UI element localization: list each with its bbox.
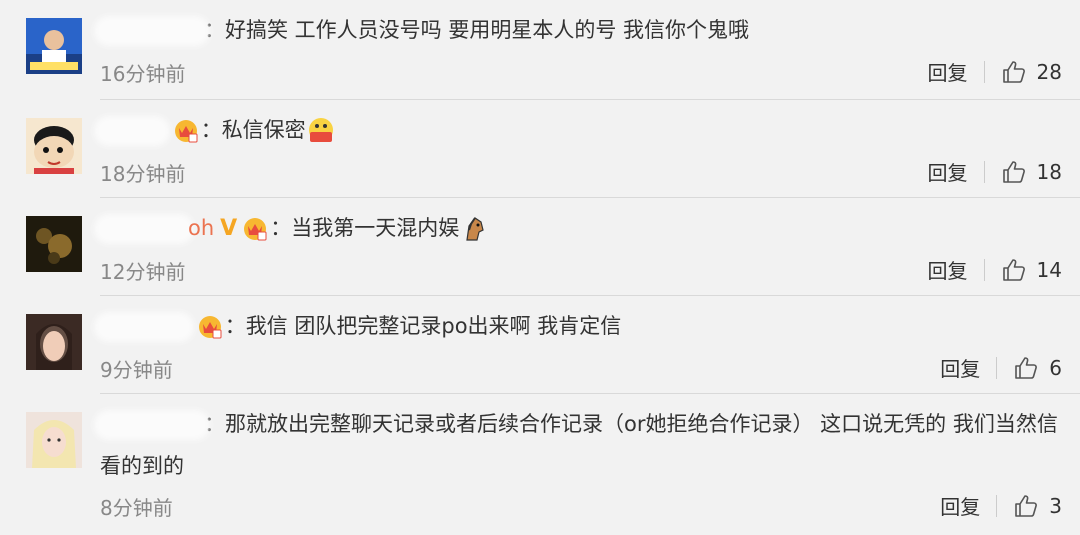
comment-actions: 回复 28 <box>928 57 1062 86</box>
thumbs-up-icon <box>1002 160 1025 183</box>
avatar[interactable] <box>26 412 82 468</box>
comment-actions: 回复 3 <box>940 491 1062 520</box>
thumbs-up-icon <box>1002 258 1025 281</box>
reply-button[interactable]: 回复 <box>928 57 968 86</box>
action-divider <box>983 160 985 183</box>
comment-text: 我信 团队把完整记录po出来啊 我肯定信 <box>245 314 622 338</box>
comment-time: 12分钟前 <box>100 260 186 284</box>
like-count: 6 <box>1049 355 1062 380</box>
comment-item: ：那就放出完整聊天记录或者后续合作记录（or她拒绝合作记录） 这口说无凭的 我们… <box>0 394 1080 535</box>
comment-body: oh V ：当我第一天混内娱 <box>100 212 1062 245</box>
username-redacted[interactable]: oh <box>100 212 214 244</box>
crown-badge-icon <box>244 218 267 241</box>
like-count: 28 <box>1036 59 1062 84</box>
comment-text: 那就放出完整聊天记录或者后续合作记录（or她拒绝合作记录） 这口说无凭的 我们当… <box>100 412 1058 478</box>
reply-button[interactable]: 回复 <box>940 353 980 382</box>
comment-body: ：好搞笑 工作人员没号吗 要用明星本人的号 我信你个鬼哦 <box>100 14 1062 46</box>
action-divider <box>983 258 985 281</box>
username-redacted[interactable] <box>100 114 164 146</box>
reply-button[interactable]: 回复 <box>928 157 968 186</box>
comment-item: oh V ：当我第一天混内娱 12分钟前 回复 14 <box>0 198 1080 296</box>
avatar[interactable] <box>26 18 82 74</box>
thumbs-up-icon <box>1015 494 1038 517</box>
comment-item: ：私信保密 18分钟前 回复 18 <box>0 100 1080 198</box>
like-button[interactable]: 6 <box>1013 355 1062 381</box>
thumbs-up-icon <box>1002 60 1025 83</box>
avatar[interactable] <box>26 216 82 272</box>
comment-item: ：我信 团队把完整记录po出来啊 我肯定信 9分钟前 回复 6 <box>0 296 1080 394</box>
action-divider <box>996 494 998 517</box>
hu-fen-emoji-icon <box>308 118 333 142</box>
like-button[interactable]: 14 <box>1001 257 1062 283</box>
reply-button[interactable]: 回复 <box>940 491 980 520</box>
like-button[interactable]: 18 <box>1001 159 1062 185</box>
comment-list: ：好搞笑 工作人员没号吗 要用明星本人的号 我信你个鬼哦 16分钟前 回复 28 <box>0 0 1080 535</box>
comment-text: 当我第一天混内娱 <box>291 216 460 240</box>
vip-v-icon: V <box>220 216 238 241</box>
username-redacted[interactable] <box>100 403 204 445</box>
comment-item: ：好搞笑 工作人员没号吗 要用明星本人的号 我信你个鬼哦 16分钟前 回复 28 <box>0 0 1080 100</box>
comment-time: 18分钟前 <box>100 162 186 186</box>
comment-time: 9分钟前 <box>100 358 173 382</box>
thumbs-up-icon <box>1015 356 1038 379</box>
comment-text: 私信保密 <box>221 118 306 142</box>
comment-time: 8分钟前 <box>100 496 173 520</box>
like-count: 18 <box>1036 159 1062 184</box>
comment-actions: 回复 18 <box>928 157 1062 186</box>
comment-body: ：那就放出完整聊天记录或者后续合作记录（or她拒绝合作记录） 这口说无凭的 我们… <box>100 403 1062 487</box>
avatar[interactable] <box>26 118 82 174</box>
comment-body: ：私信保密 <box>100 114 1062 146</box>
comment-body: ：我信 团队把完整记录po出来啊 我肯定信 <box>100 310 1062 342</box>
like-button[interactable]: 3 <box>1013 493 1062 519</box>
username-visible-part: oh <box>188 216 215 240</box>
comment-time: 16分钟前 <box>100 62 186 86</box>
avatar[interactable] <box>26 314 82 370</box>
crown-badge-icon <box>174 120 198 143</box>
comment-text: 好搞笑 工作人员没号吗 要用明星本人的号 我信你个鬼哦 <box>225 18 750 42</box>
username-redacted[interactable] <box>100 14 204 46</box>
action-divider <box>983 60 985 83</box>
crown-badge-icon <box>198 316 222 339</box>
action-divider <box>996 356 998 379</box>
like-button[interactable]: 28 <box>1001 59 1062 85</box>
comment-actions: 回复 14 <box>928 255 1062 284</box>
like-count: 3 <box>1049 493 1062 518</box>
horse-emoji-icon <box>466 217 484 241</box>
username-redacted[interactable] <box>100 310 188 342</box>
comment-actions: 回复 6 <box>940 353 1062 382</box>
reply-button[interactable]: 回复 <box>928 255 968 284</box>
like-count: 14 <box>1036 257 1062 282</box>
